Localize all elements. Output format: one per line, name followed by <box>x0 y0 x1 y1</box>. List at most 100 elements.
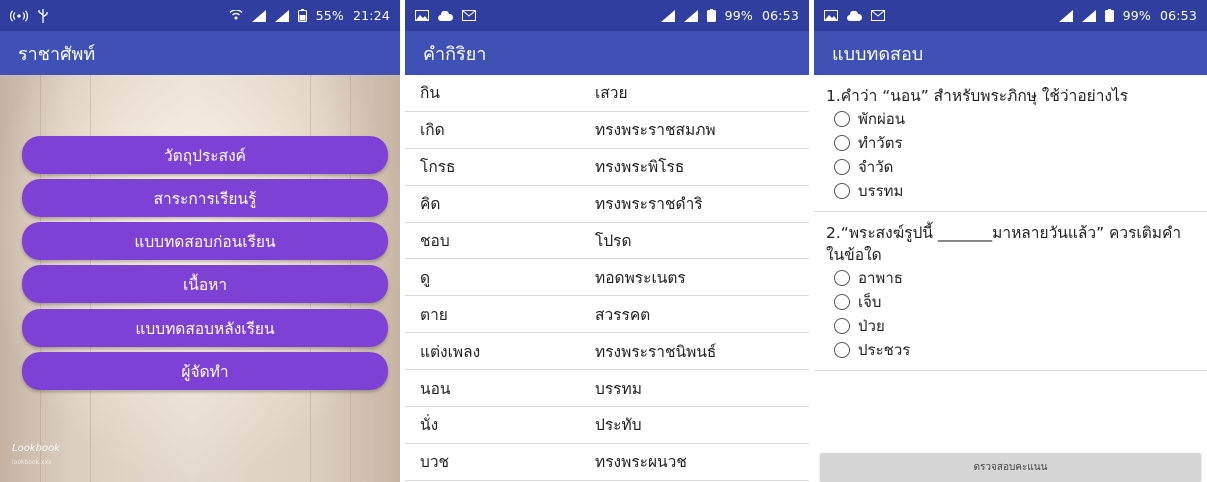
hotspot-icon <box>10 9 28 22</box>
list-item: ตาย สวรรคต <box>405 296 809 334</box>
radio-button[interactable] <box>834 111 850 127</box>
list-item: แต่งเพลง ทรงพระราชนิพนธ์ <box>405 333 809 371</box>
app-title: แบบทดสอบ <box>814 31 1207 75</box>
option-2-1[interactable]: อาพาธ <box>834 266 1195 290</box>
divider <box>814 370 1207 371</box>
common-word: คิด <box>420 195 441 214</box>
battery-level: 55% <box>315 8 344 23</box>
royal-word: ทรงพระราชดำริ <box>595 195 703 214</box>
radio-button[interactable] <box>834 159 850 175</box>
menu-button-learning-content[interactable]: สาระการเรียนรู้ <box>22 179 388 217</box>
mail-icon <box>871 10 885 21</box>
radio-button[interactable] <box>834 135 850 151</box>
menu-button-objectives[interactable]: วัตถุประสงค์ <box>22 136 388 174</box>
watermark-caption: lookbook.xxx <box>12 459 52 466</box>
menu-button-pretest[interactable]: แบบทดสอบก่อนเรียน <box>22 222 388 260</box>
royal-word: ทรงพระพิโรธ <box>595 158 685 177</box>
image-icon <box>415 10 429 21</box>
menu-button-posttest[interactable]: แบบทดสอบหลังเรียน <box>22 309 388 347</box>
option-2-3[interactable]: ป่วย <box>834 314 1195 338</box>
list-item: คิด ทรงพระราชดำริ <box>405 186 809 223</box>
divider <box>814 211 1207 212</box>
royal-word: ทรงพระราชสมภพ <box>595 121 716 140</box>
hotspot-active-icon <box>229 9 243 22</box>
royal-word: บรรทม <box>595 379 642 398</box>
verb-list-screen: 99% 06:53 คำกิริยา กิน เสวย เกิด ทรงพระราชส… <box>405 0 809 482</box>
question-2: 2.“พระสงฆ์รูปนี้ _______มาหลายวันแล้ว” ค… <box>826 224 1182 264</box>
option-label: ทำวัตร <box>858 134 903 152</box>
question-1: 1.คำว่า “นอน” สำหรับพระภิกษุ ใช้ว่าอย่าง… <box>826 87 1129 105</box>
royal-word: สวรรคต <box>595 305 651 324</box>
common-word: ชอบ <box>420 232 450 250</box>
option-label: ประชวร <box>858 341 911 359</box>
list-item: บวช ทรงพระผนวช <box>405 444 809 481</box>
radio-button[interactable] <box>834 318 850 334</box>
option-2-2[interactable]: เจ็บ <box>834 290 1195 314</box>
common-word: แต่งเพลง <box>420 342 481 361</box>
common-word: ตาย <box>420 305 448 324</box>
list-item: โกรธ ทรงพระพิโรธ <box>405 149 809 186</box>
royal-word: ทรงพระผนวช <box>595 453 687 472</box>
common-word: กิน <box>420 84 440 103</box>
option-1-2[interactable]: ทำวัตร <box>834 131 1195 155</box>
royal-word: โปรด <box>595 232 632 250</box>
signal-icon <box>660 9 675 22</box>
option-1-1[interactable]: พักผ่อน <box>834 107 1195 131</box>
battery-level: 99% <box>724 8 753 23</box>
status-bar: 99% 06:53 <box>814 0 1207 31</box>
list-item: นั่ง ประทับ <box>405 407 809 444</box>
radio-button[interactable] <box>834 183 850 199</box>
clock: 21:24 <box>352 8 390 23</box>
royal-word: ประทับ <box>595 416 642 435</box>
cloud-icon <box>847 10 862 21</box>
signal-icon <box>251 9 266 22</box>
option-label: พักผ่อน <box>858 110 906 128</box>
mail-icon <box>462 10 476 21</box>
signal-3g-icon <box>1081 9 1096 22</box>
common-word: นอน <box>420 379 451 398</box>
signal-icon <box>1058 9 1073 22</box>
list-item: กิน เสวย <box>405 75 809 112</box>
option-1-3[interactable]: จำวัด <box>834 155 1195 179</box>
royal-word: ทอดพระเนตร <box>595 268 686 287</box>
battery-icon <box>706 9 716 22</box>
common-word: นั่ง <box>420 416 439 435</box>
menu-button-lessons[interactable]: เนื้อหา <box>22 265 388 303</box>
royal-word: เสวย <box>595 84 628 103</box>
status-bar: 55% 21:24 <box>0 0 400 31</box>
usb-icon <box>37 8 49 23</box>
image-icon <box>824 10 838 21</box>
option-label: อาพาธ <box>858 269 903 287</box>
signal-3g-icon <box>683 9 698 22</box>
radio-button[interactable] <box>834 342 850 358</box>
signal-3g-icon <box>274 9 289 22</box>
list-item: เกิด ทรงพระราชสมภพ <box>405 112 809 149</box>
battery-icon <box>1104 9 1114 22</box>
quiz-screen: 99% 06:53 แบบทดสอบ 1.คำว่า “นอน” สำหรับพ… <box>814 0 1207 482</box>
watermark-logo: Lookbook <box>12 443 60 454</box>
radio-button[interactable] <box>834 270 850 286</box>
clock: 06:53 <box>761 8 799 23</box>
battery-icon <box>297 9 307 22</box>
common-word: โกรธ <box>420 158 456 177</box>
battery-level: 99% <box>1122 8 1151 23</box>
common-word: เกิด <box>420 121 445 140</box>
option-label: จำวัด <box>858 158 894 176</box>
list-item: ดู ทอดพระเนตร <box>405 259 809 297</box>
list-item: นอน บรรทม <box>405 370 809 408</box>
status-bar: 99% 06:53 <box>405 0 809 31</box>
verb-list: กิน เสวยเกิด ทรงพระราชสมภพโกรธ ทรงพระพิโรธค… <box>405 75 809 481</box>
quiz-body: 1.คำว่า “นอน” สำหรับพระภิกษุ ใช้ว่าอย่าง… <box>814 75 1207 371</box>
common-word: ดู <box>420 268 431 287</box>
check-score-button[interactable]: ตรวจสอบคะแนน <box>820 453 1201 482</box>
menu-button-credits[interactable]: ผู้จัดทำ <box>22 352 388 390</box>
list-item: ชอบ โปรด <box>405 223 809 260</box>
common-word: บวช <box>420 453 450 472</box>
option-2-4[interactable]: ประชวร <box>834 338 1195 362</box>
option-label: บรรทม <box>858 182 904 200</box>
option-label: เจ็บ <box>858 293 882 311</box>
option-1-4[interactable]: บรรทม <box>834 179 1195 203</box>
main-menu-screen: 55% 21:24 ราชาศัพท์ Lookbook lookbook.xx… <box>0 0 400 482</box>
radio-button[interactable] <box>834 294 850 310</box>
clock: 06:53 <box>1159 8 1197 23</box>
